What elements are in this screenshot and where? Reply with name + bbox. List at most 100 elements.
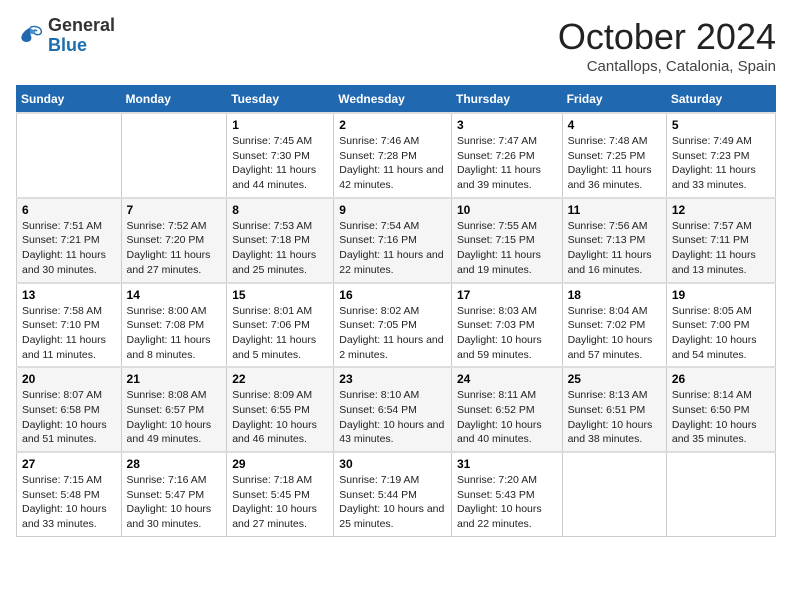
day-number: 10 xyxy=(457,203,557,217)
day-number: 29 xyxy=(232,457,328,471)
day-number: 7 xyxy=(127,203,222,217)
calendar-week-row: 27 Sunrise: 7:15 AMSunset: 5:48 PMDayligh… xyxy=(17,452,776,536)
day-number: 5 xyxy=(672,118,770,132)
day-number: 6 xyxy=(22,203,116,217)
day-info: Sunrise: 7:52 AMSunset: 7:20 PMDaylight:… xyxy=(127,219,222,278)
day-header-monday: Monday xyxy=(121,86,227,114)
calendar-cell: 22Sunrise: 8:09 AMSunset: 6:55 PMDayligh… xyxy=(227,367,334,452)
day-info: Sunrise: 7:20 AMSunset: 5:43 PMDaylight:… xyxy=(457,473,557,532)
day-info: Sunrise: 7:58 AMSunset: 7:10 PMDaylight:… xyxy=(22,304,116,363)
day-info: Sunrise: 7:57 AMSunset: 7:11 PMDaylight:… xyxy=(672,219,770,278)
day-number: 13 xyxy=(22,288,116,302)
day-number: 1 xyxy=(232,118,328,132)
calendar-cell: 28Sunrise: 7:16 AMSunset: 5:47 PMDayligh… xyxy=(121,452,227,536)
month-title: October 2024 xyxy=(558,16,776,58)
day-number: 18 xyxy=(568,288,661,302)
day-info: Sunrise: 8:04 AMSunset: 7:02 PMDaylight:… xyxy=(568,304,661,363)
day-info: Sunrise: 7:15 AMSunset: 5:48 PMDaylight:… xyxy=(22,473,116,532)
logo-text: General Blue xyxy=(48,16,115,56)
day-info: Sunrise: 8:14 AMSunset: 6:50 PMDaylight:… xyxy=(672,388,770,447)
calendar-cell: 19 Sunrise: 8:05 AMSunset: 7:00 PMDayligh… xyxy=(666,283,775,368)
day-number: 24 xyxy=(457,372,557,386)
day-number: 17 xyxy=(457,288,557,302)
day-info: Sunrise: 8:10 AMSunset: 6:54 PMDaylight:… xyxy=(339,388,446,447)
calendar-cell: 30 Sunrise: 7:19 AMSunset: 5:44 PMDayligh… xyxy=(334,452,452,536)
calendar-cell: 14Sunrise: 8:00 AMSunset: 7:08 PMDayligh… xyxy=(121,283,227,368)
day-number: 25 xyxy=(568,372,661,386)
day-info: Sunrise: 8:11 AMSunset: 6:52 PMDaylight:… xyxy=(457,388,557,447)
calendar-week-row: 20 Sunrise: 8:07 AMSunset: 6:58 PMDayligh… xyxy=(17,367,776,452)
day-number: 15 xyxy=(232,288,328,302)
logo-icon xyxy=(16,22,44,50)
day-header-tuesday: Tuesday xyxy=(227,86,334,114)
day-number: 14 xyxy=(127,288,222,302)
day-number: 28 xyxy=(127,457,222,471)
calendar-cell: 7 Sunrise: 7:52 AMSunset: 7:20 PMDaylight… xyxy=(121,198,227,283)
day-info: Sunrise: 7:46 AMSunset: 7:28 PMDaylight:… xyxy=(339,134,446,193)
day-info: Sunrise: 8:08 AMSunset: 6:57 PMDaylight:… xyxy=(127,388,222,447)
day-info: Sunrise: 7:56 AMSunset: 7:13 PMDaylight:… xyxy=(568,219,661,278)
day-number: 16 xyxy=(339,288,446,302)
day-number: 26 xyxy=(672,372,770,386)
calendar-week-row: 6 Sunrise: 7:51 AMSunset: 7:21 PMDaylight… xyxy=(17,198,776,283)
day-info: Sunrise: 7:48 AMSunset: 7:25 PMDaylight:… xyxy=(568,134,661,193)
day-header-saturday: Saturday xyxy=(666,86,775,114)
day-number: 23 xyxy=(339,372,446,386)
title-block: October 2024 Cantallops, Catalonia, Spai… xyxy=(558,16,776,75)
day-info: Sunrise: 8:02 AMSunset: 7:05 PMDaylight:… xyxy=(339,304,446,363)
calendar-cell: 24 Sunrise: 8:11 AMSunset: 6:52 PMDayligh… xyxy=(451,367,562,452)
day-number: 4 xyxy=(568,118,661,132)
calendar-cell: 3 Sunrise: 7:47 AMSunset: 7:26 PMDaylight… xyxy=(451,113,562,198)
calendar-week-row: 13 Sunrise: 7:58 AMSunset: 7:10 PMDayligh… xyxy=(17,283,776,368)
day-info: Sunrise: 8:03 AMSunset: 7:03 PMDaylight:… xyxy=(457,304,557,363)
calendar-cell: 31 Sunrise: 7:20 AMSunset: 5:43 PMDayligh… xyxy=(451,452,562,536)
calendar-week-row: 1 Sunrise: 7:45 AMSunset: 7:30 PMDaylight… xyxy=(17,113,776,198)
calendar-cell: 23 Sunrise: 8:10 AMSunset: 6:54 PMDayligh… xyxy=(334,367,452,452)
calendar-cell xyxy=(666,452,775,536)
day-info: Sunrise: 8:07 AMSunset: 6:58 PMDaylight:… xyxy=(22,388,116,447)
day-info: Sunrise: 7:51 AMSunset: 7:21 PMDaylight:… xyxy=(22,219,116,278)
calendar-cell: 6 Sunrise: 7:51 AMSunset: 7:21 PMDaylight… xyxy=(17,198,122,283)
calendar-cell xyxy=(121,113,227,198)
calendar-cell: 10Sunrise: 7:55 AMSunset: 7:15 PMDayligh… xyxy=(451,198,562,283)
calendar-cell: 2 Sunrise: 7:46 AMSunset: 7:28 PMDaylight… xyxy=(334,113,452,198)
day-number: 31 xyxy=(457,457,557,471)
day-header-friday: Friday xyxy=(562,86,666,114)
day-info: Sunrise: 7:45 AMSunset: 7:30 PMDaylight:… xyxy=(232,134,328,193)
day-info: Sunrise: 7:54 AMSunset: 7:16 PMDaylight:… xyxy=(339,219,446,278)
day-info: Sunrise: 7:53 AMSunset: 7:18 PMDaylight:… xyxy=(232,219,328,278)
day-info: Sunrise: 8:01 AMSunset: 7:06 PMDaylight:… xyxy=(232,304,328,363)
calendar-cell: 15 Sunrise: 8:01 AMSunset: 7:06 PMDayligh… xyxy=(227,283,334,368)
calendar-cell: 5 Sunrise: 7:49 AMSunset: 7:23 PMDaylight… xyxy=(666,113,775,198)
calendar-cell: 1 Sunrise: 7:45 AMSunset: 7:30 PMDaylight… xyxy=(227,113,334,198)
day-info: Sunrise: 7:19 AMSunset: 5:44 PMDaylight:… xyxy=(339,473,446,532)
calendar-cell: 13 Sunrise: 7:58 AMSunset: 7:10 PMDayligh… xyxy=(17,283,122,368)
day-number: 27 xyxy=(22,457,116,471)
day-header-wednesday: Wednesday xyxy=(334,86,452,114)
calendar-table: SundayMondayTuesdayWednesdayThursdayFrid… xyxy=(16,85,776,537)
calendar-cell: 8Sunrise: 7:53 AMSunset: 7:18 PMDaylight… xyxy=(227,198,334,283)
calendar-cell: 26 Sunrise: 8:14 AMSunset: 6:50 PMDayligh… xyxy=(666,367,775,452)
day-info: Sunrise: 8:13 AMSunset: 6:51 PMDaylight:… xyxy=(568,388,661,447)
calendar-cell: 4 Sunrise: 7:48 AMSunset: 7:25 PMDaylight… xyxy=(562,113,666,198)
calendar-cell: 25 Sunrise: 8:13 AMSunset: 6:51 PMDayligh… xyxy=(562,367,666,452)
day-number: 20 xyxy=(22,372,116,386)
day-number: 30 xyxy=(339,457,446,471)
calendar-cell: 16 Sunrise: 8:02 AMSunset: 7:05 PMDayligh… xyxy=(334,283,452,368)
calendar-cell: 17 Sunrise: 8:03 AMSunset: 7:03 PMDayligh… xyxy=(451,283,562,368)
day-number: 9 xyxy=(339,203,446,217)
day-info: Sunrise: 8:09 AMSunset: 6:55 PMDaylight:… xyxy=(232,388,328,447)
day-header-thursday: Thursday xyxy=(451,86,562,114)
day-info: Sunrise: 7:49 AMSunset: 7:23 PMDaylight:… xyxy=(672,134,770,193)
calendar-cell: 21Sunrise: 8:08 AMSunset: 6:57 PMDayligh… xyxy=(121,367,227,452)
location: Cantallops, Catalonia, Spain xyxy=(558,58,776,75)
day-info: Sunrise: 7:47 AMSunset: 7:26 PMDaylight:… xyxy=(457,134,557,193)
day-number: 11 xyxy=(568,203,661,217)
day-info: Sunrise: 7:18 AMSunset: 5:45 PMDaylight:… xyxy=(232,473,328,532)
day-number: 12 xyxy=(672,203,770,217)
day-number: 3 xyxy=(457,118,557,132)
day-info: Sunrise: 8:05 AMSunset: 7:00 PMDaylight:… xyxy=(672,304,770,363)
page-header: General Blue October 2024 Cantallops, Ca… xyxy=(16,16,776,75)
day-number: 19 xyxy=(672,288,770,302)
day-number: 2 xyxy=(339,118,446,132)
